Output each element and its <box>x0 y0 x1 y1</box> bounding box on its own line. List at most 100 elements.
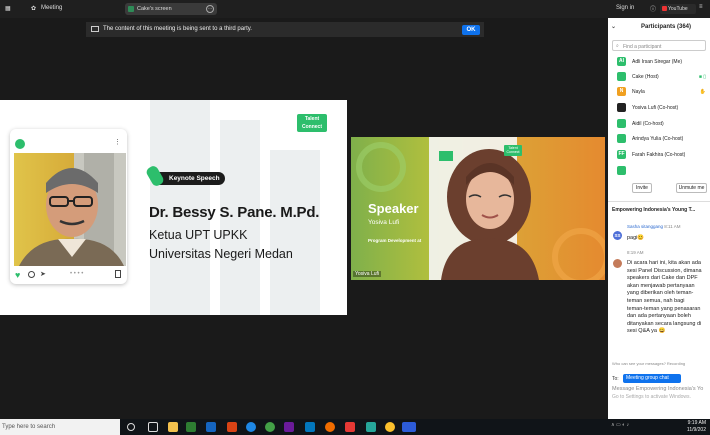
firefox-icon[interactable] <box>325 422 335 432</box>
talent-connect-logo: Talent Connect <box>297 114 327 132</box>
taskbar-search-input[interactable]: Type here to search <box>0 419 120 435</box>
chrome-icon[interactable] <box>385 422 395 432</box>
participant-row[interactable]: Aidil (Co-host) <box>608 117 710 131</box>
recipient-dropdown[interactable]: Meeting group chat <box>623 374 681 383</box>
options-icon[interactable]: ⋯ <box>206 5 214 13</box>
message-sender: 8:19 AM <box>627 250 644 255</box>
message-line: teman semua, nah bagi <box>627 297 685 304</box>
chat-message: SS Sasha sitanggang 8:11 AM pagi😊 <box>608 221 710 243</box>
message-body: Di acara hari ini, kita akan ada sesi Pa… <box>627 260 702 336</box>
avatar <box>613 259 622 268</box>
brave-icon[interactable] <box>345 422 355 432</box>
screen-share-indicator[interactable]: Cake's screen ⋯ <box>125 3 217 15</box>
message-line: dan ada pertanyaan boleh <box>627 313 691 320</box>
ok-button[interactable]: OK <box>462 25 480 35</box>
who-can-see-link[interactable]: Who can see your messages? Recording <box>612 361 685 366</box>
chat-message: 8:19 AM Di acara hari ini, kita akan ada… <box>608 247 710 357</box>
clock-time: 9:19 AM <box>687 420 706 426</box>
search-icon: ⌕ <box>616 43 619 49</box>
chat-recipient-row: To: Meeting group chat <box>608 372 710 385</box>
participant-row[interactable]: N Nayla ✋ <box>608 85 710 99</box>
avatar <box>617 72 626 81</box>
cortana-icon[interactable] <box>127 423 135 431</box>
avatar <box>617 134 626 143</box>
chrome-icon[interactable] <box>265 422 275 432</box>
clock[interactable]: 9:19 AM 11/9/202 <box>687 420 706 433</box>
clock-date: 11/9/202 <box>686 426 706 433</box>
menu-icon[interactable]: ≡ <box>699 4 703 10</box>
brand-logo-icon <box>15 139 25 149</box>
chat-message-input[interactable]: Message Empowering Indonesia's Yo <box>612 386 708 392</box>
participant-name: Adli Irsan Siregar (Me) <box>632 59 683 65</box>
speaker-name: Dr. Bessy S. Pane. M.Pd. <box>149 204 320 221</box>
system-tray-icons[interactable]: ∧ ▭ ◐ ♪ <box>611 422 651 432</box>
participant-name: Yosiva Lufi (Co-host) <box>632 105 679 111</box>
cake-avatar-icon <box>128 6 134 12</box>
more-icon: ⋮ <box>114 139 121 146</box>
app-icon[interactable] <box>284 422 294 432</box>
message-line: teman-teman yang penasaran <box>627 305 701 312</box>
powerpoint-icon[interactable] <box>227 422 237 432</box>
unmute-me-button[interactable]: Unmute me <box>676 183 707 193</box>
participant-name: Nayla <box>632 89 645 95</box>
talent-connect-logo-small: Talent Connect <box>504 145 522 156</box>
avatar: AI <box>617 57 626 66</box>
message-sender: Sasha sitanggang 8:11 AM <box>627 224 680 229</box>
avatar: FF <box>617 150 626 159</box>
grid-icon[interactable]: ▦ <box>5 5 11 12</box>
sign-in-link[interactable]: Sign in <box>616 5 634 11</box>
zoom-icon[interactable] <box>402 422 416 432</box>
participant-row[interactable]: Yosiva Lufi (Co-host) <box>608 101 710 115</box>
participant-row[interactable]: Cake (Host) ■ ▯ <box>608 70 710 84</box>
excel-icon[interactable] <box>186 422 196 432</box>
shared-slide: Talent Connect ⋮ ♥ ➤ • • • • Keynote Spe… <box>0 100 347 315</box>
sender-name: Sasha sitanggang <box>627 224 664 229</box>
task-view-icon[interactable] <box>148 422 158 432</box>
avatar <box>617 166 626 175</box>
participants-title: Participants (364) <box>641 24 692 30</box>
program-label: Program Development at <box>368 238 422 243</box>
app-icon[interactable] <box>366 422 376 432</box>
speaker-photo-card: ⋮ ♥ ➤ • • • • <box>10 129 127 284</box>
building-bg <box>270 150 320 315</box>
message-line: speakers dari Cake dan DPF <box>627 275 698 282</box>
message-line: akan menjawab pertanyaan <box>627 282 695 289</box>
speaker-video[interactable]: Speaker Yosiva Lufi Program Development … <box>351 137 605 280</box>
chat-header: Empowering Indonesia's Young T... <box>608 201 710 215</box>
edge-icon[interactable] <box>246 422 256 432</box>
youtube-live-indicator[interactable]: YouTube <box>660 4 696 14</box>
search-placeholder: Find a participant <box>623 43 662 50</box>
speaker-photo <box>14 153 126 266</box>
info-icon[interactable]: ⓘ <box>650 4 656 13</box>
participant-row[interactable]: FF Farah Fakhira (Co-host) <box>608 148 710 162</box>
chevron-down-icon[interactable]: ⌄ <box>611 23 616 30</box>
participant-row[interactable] <box>608 164 710 178</box>
zoom-window: ▦ ✿ Meeting Cake's screen ⋯ Sign in ⓘ Yo… <box>0 0 710 435</box>
keynote-label: Keynote Speech <box>169 175 220 182</box>
invite-button[interactable]: Invite <box>632 183 652 193</box>
avatar: N <box>617 87 626 96</box>
participant-row[interactable]: AI Adli Irsan Siregar (Me) <box>608 55 710 69</box>
video-icon: ■ ▯ <box>698 74 706 80</box>
keynote-badge: Keynote Speech <box>144 164 225 188</box>
participant-search-input[interactable]: ⌕ Find a participant <box>612 40 706 51</box>
message-time: 8:11 AM <box>664 224 681 229</box>
video-name-tag: Yosiva Lufi <box>353 271 381 277</box>
participants-header: ⌄ Participants (364) <box>608 18 710 35</box>
file-explorer-icon[interactable] <box>168 422 178 432</box>
heart-icon: ♥ <box>15 270 21 280</box>
participant-row[interactable]: Arindya Yulia (Co-host) <box>608 132 710 146</box>
title-bar: ▦ ✿ Meeting Cake's screen ⋯ Sign in ⓘ Yo… <box>0 0 710 18</box>
meeting-title: Meeting <box>41 5 63 11</box>
notice-text: The content of this meeting is being sen… <box>103 26 252 32</box>
app-icon[interactable] <box>305 422 315 432</box>
participant-name: Farah Fakhira (Co-host) <box>632 152 686 158</box>
avatar: SS <box>613 231 622 240</box>
speaker-title-2: Universitas Negeri Medan <box>149 247 293 261</box>
search-placeholder: Type here to search <box>2 424 56 430</box>
third-party-notice: The content of this meeting is being sen… <box>86 22 484 37</box>
avatar <box>617 119 626 128</box>
word-icon[interactable] <box>206 422 216 432</box>
message-line: Di acara hari ini, kita akan ada <box>627 260 701 266</box>
activation-watermark: Go to Settings to activate Windows. <box>612 394 691 400</box>
